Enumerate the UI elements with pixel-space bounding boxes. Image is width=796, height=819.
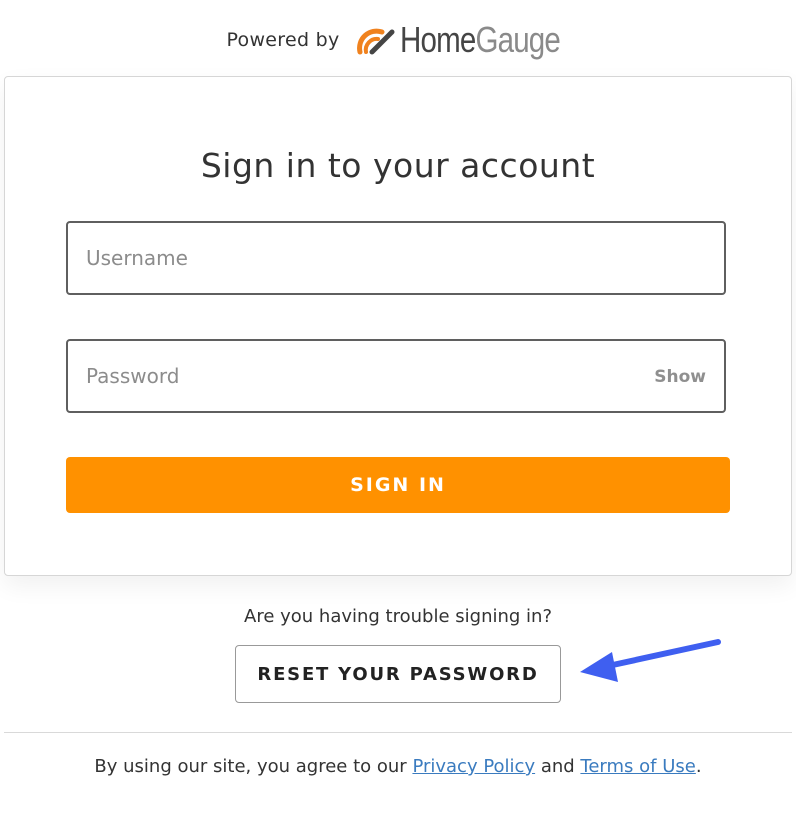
logo-wordmark: HomeGauge	[399, 19, 561, 61]
footer-prefix: By using our site, you agree to our	[94, 756, 413, 777]
logo-home-text: Home	[399, 19, 476, 60]
username-field[interactable]	[66, 221, 726, 295]
page-title: Sign in to your account	[200, 146, 596, 185]
powered-by-text: Powered by	[226, 29, 340, 51]
footer-suffix: .	[695, 756, 702, 777]
logo-gauge-text: Gauge	[475, 19, 560, 60]
gauge-icon	[356, 28, 395, 55]
powered-by-header: Powered by HomeGauge	[0, 18, 796, 62]
trouble-text: Are you having trouble signing in?	[244, 606, 552, 627]
arrow-left-icon	[580, 639, 721, 682]
password-input[interactable]	[68, 341, 626, 411]
footer-middle: and	[535, 756, 581, 777]
reset-password-button[interactable]: RESET YOUR PASSWORD	[235, 645, 561, 703]
privacy-policy-link[interactable]: Privacy Policy	[412, 756, 535, 777]
username-input[interactable]	[68, 223, 626, 293]
login-page: Powered by HomeGauge Sign in to your acc…	[0, 0, 796, 819]
footer-text: By using our site, you agree to our Priv…	[0, 756, 796, 777]
show-password-toggle[interactable]: Show	[654, 367, 706, 387]
password-field[interactable]: Show	[66, 339, 726, 413]
divider	[4, 732, 792, 733]
terms-of-use-link[interactable]: Terms of Use	[580, 756, 695, 777]
homegauge-logo: HomeGauge	[356, 19, 570, 61]
signin-button[interactable]: SIGN IN	[66, 457, 730, 513]
